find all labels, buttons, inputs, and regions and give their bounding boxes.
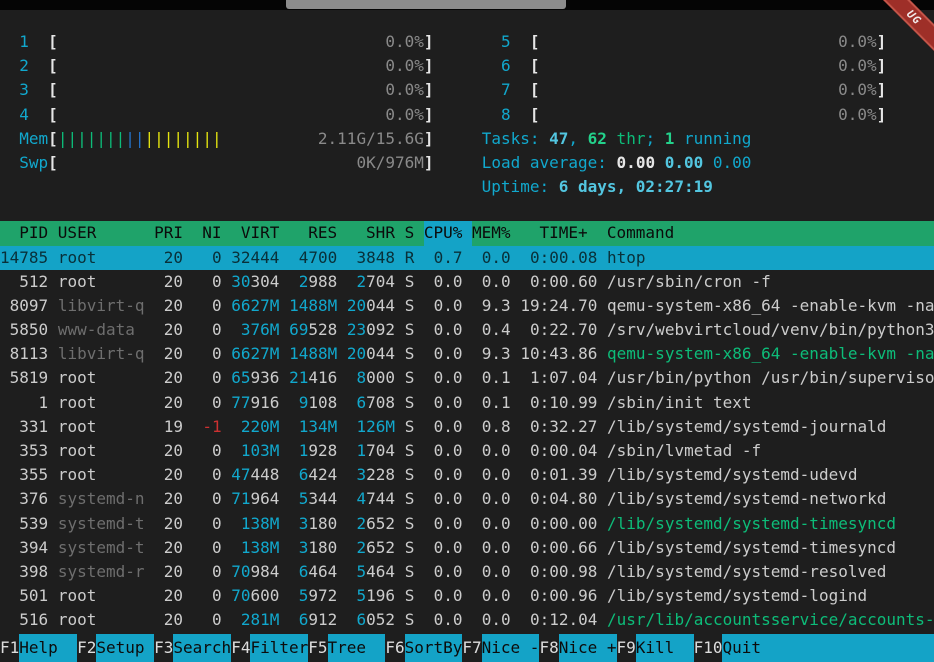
fkey-label: Nice - (482, 634, 540, 662)
process-row-8113[interactable]: 8113 libvirt-q 20 0 6627M 1488M 20044 S … (0, 342, 934, 366)
fkey-setup[interactable]: F2Setup (77, 634, 154, 662)
fkey-nice-+[interactable]: F8Nice + (539, 634, 616, 662)
process-table-header[interactable]: PID USER PRI NI VIRT RES SHR S CPU% MEM%… (0, 221, 934, 245)
process-row-501[interactable]: 501 root 20 0 70600 5972 5196 S 0.0 0.0 … (0, 584, 934, 608)
process-row-512[interactable]: 512 root 20 0 30304 2988 2704 S 0.0 0.0 … (0, 270, 934, 294)
process-row-353[interactable]: 353 root 20 0 103M 1928 1704 S 0.0 0.0 0… (0, 439, 934, 463)
fkey-number: F4 (231, 634, 250, 662)
fkey-label: Quit (722, 634, 934, 662)
htop-app: 1 [ 0.0%] 5 [ 0.0%] 2 [ 0.0%] 6 [ 0.0%] … (0, 10, 934, 662)
fkey-number: F9 (617, 634, 636, 662)
process-row-14785[interactable]: 14785 root 20 0 32444 4700 3848 R 0.7 0.… (0, 246, 934, 270)
fkey-search[interactable]: F3Search (154, 634, 231, 662)
fkey-label: Help (19, 634, 77, 662)
fkey-number: F2 (77, 634, 96, 662)
window-tab-handle[interactable] (286, 0, 566, 9)
process-row-398[interactable]: 398 systemd-r 20 0 70984 6464 5464 S 0.0… (0, 560, 934, 584)
window-top-strip (0, 0, 934, 10)
fkey-kill[interactable]: F9Kill (617, 634, 694, 662)
meter-line-1: 1 [ 0.0%] 5 [ 0.0%] (0, 30, 934, 54)
process-row-331[interactable]: 331 root 19 -1 220M 134M 126M S 0.0 0.8 … (0, 415, 934, 439)
fkey-label: Nice + (559, 634, 617, 662)
fkey-number: F7 (462, 634, 481, 662)
process-row-5850[interactable]: 5850 www-data 20 0 376M 69528 23092 S 0.… (0, 318, 934, 342)
fkey-sortby[interactable]: F6SortBy (385, 634, 462, 662)
fkey-label: Filter (250, 634, 308, 662)
fkey-tree[interactable]: F5Tree (308, 634, 385, 662)
process-row-355[interactable]: 355 root 20 0 47448 6424 3228 S 0.0 0.0 … (0, 463, 934, 487)
fkey-label: SortBy (405, 634, 463, 662)
fkey-number: F10 (694, 634, 723, 662)
meter-line-mem: Mem[||||||||||||||||| 2.11G/15.6G] Tasks… (0, 127, 934, 151)
fkey-number: F8 (539, 634, 558, 662)
process-row-539[interactable]: 539 systemd-t 20 0 138M 3180 2652 S 0.0 … (0, 512, 934, 536)
fkey-label: Search (173, 634, 231, 662)
fkey-label: Tree (328, 634, 386, 662)
fkey-number: F1 (0, 634, 19, 662)
process-row-394[interactable]: 394 systemd-t 20 0 138M 3180 2652 S 0.0 … (0, 536, 934, 560)
meter-line-4: 4 [ 0.0%] 8 [ 0.0%] (0, 103, 934, 127)
function-key-bar: F1Help F2Setup F3SearchF4FilterF5Tree F6… (0, 634, 934, 662)
meter-line-swp: Swp[ 0K/976M] Load average: 0.00 0.00 0.… (0, 151, 934, 175)
process-row-8097[interactable]: 8097 libvirt-q 20 0 6627M 1488M 20044 S … (0, 294, 934, 318)
debug-ribbon-text: UG (904, 8, 924, 28)
uptime-line: Uptime: 6 days, 02:27:19 (0, 175, 934, 199)
fkey-nice--[interactable]: F7Nice - (462, 634, 539, 662)
meter-line-3: 3 [ 0.0%] 7 [ 0.0%] (0, 78, 934, 102)
process-row-5819[interactable]: 5819 root 20 0 65936 21416 8000 S 0.0 0.… (0, 366, 934, 390)
fkey-number: F3 (154, 634, 173, 662)
process-row-376[interactable]: 376 systemd-n 20 0 71964 5344 4744 S 0.0… (0, 487, 934, 511)
process-row-516[interactable]: 516 root 20 0 281M 6912 6052 S 0.0 0.0 0… (0, 608, 934, 632)
terminal-screen: UG 1 [ 0.0%] 5 [ 0.0%] 2 [ 0.0%] 6 [ 0.0… (0, 0, 934, 662)
process-list: 14785 root 20 0 32444 4700 3848 R 0.7 0.… (0, 246, 934, 633)
process-table-header-row[interactable]: PID USER PRI NI VIRT RES SHR S CPU% MEM%… (0, 221, 934, 245)
htop-header-meters: 1 [ 0.0%] 5 [ 0.0%] 2 [ 0.0%] 6 [ 0.0%] … (0, 10, 934, 199)
fkey-quit[interactable]: F10Quit (694, 634, 934, 662)
fkey-label: Setup (96, 634, 154, 662)
meter-line-2: 2 [ 0.0%] 6 [ 0.0%] (0, 54, 934, 78)
process-row-1[interactable]: 1 root 20 0 77916 9108 6708 S 0.0 0.1 0:… (0, 391, 934, 415)
fkey-number: F5 (308, 634, 327, 662)
fkey-filter[interactable]: F4Filter (231, 634, 308, 662)
fkey-number: F6 (385, 634, 404, 662)
fkey-help[interactable]: F1Help (0, 634, 77, 662)
fkey-label: Kill (636, 634, 694, 662)
